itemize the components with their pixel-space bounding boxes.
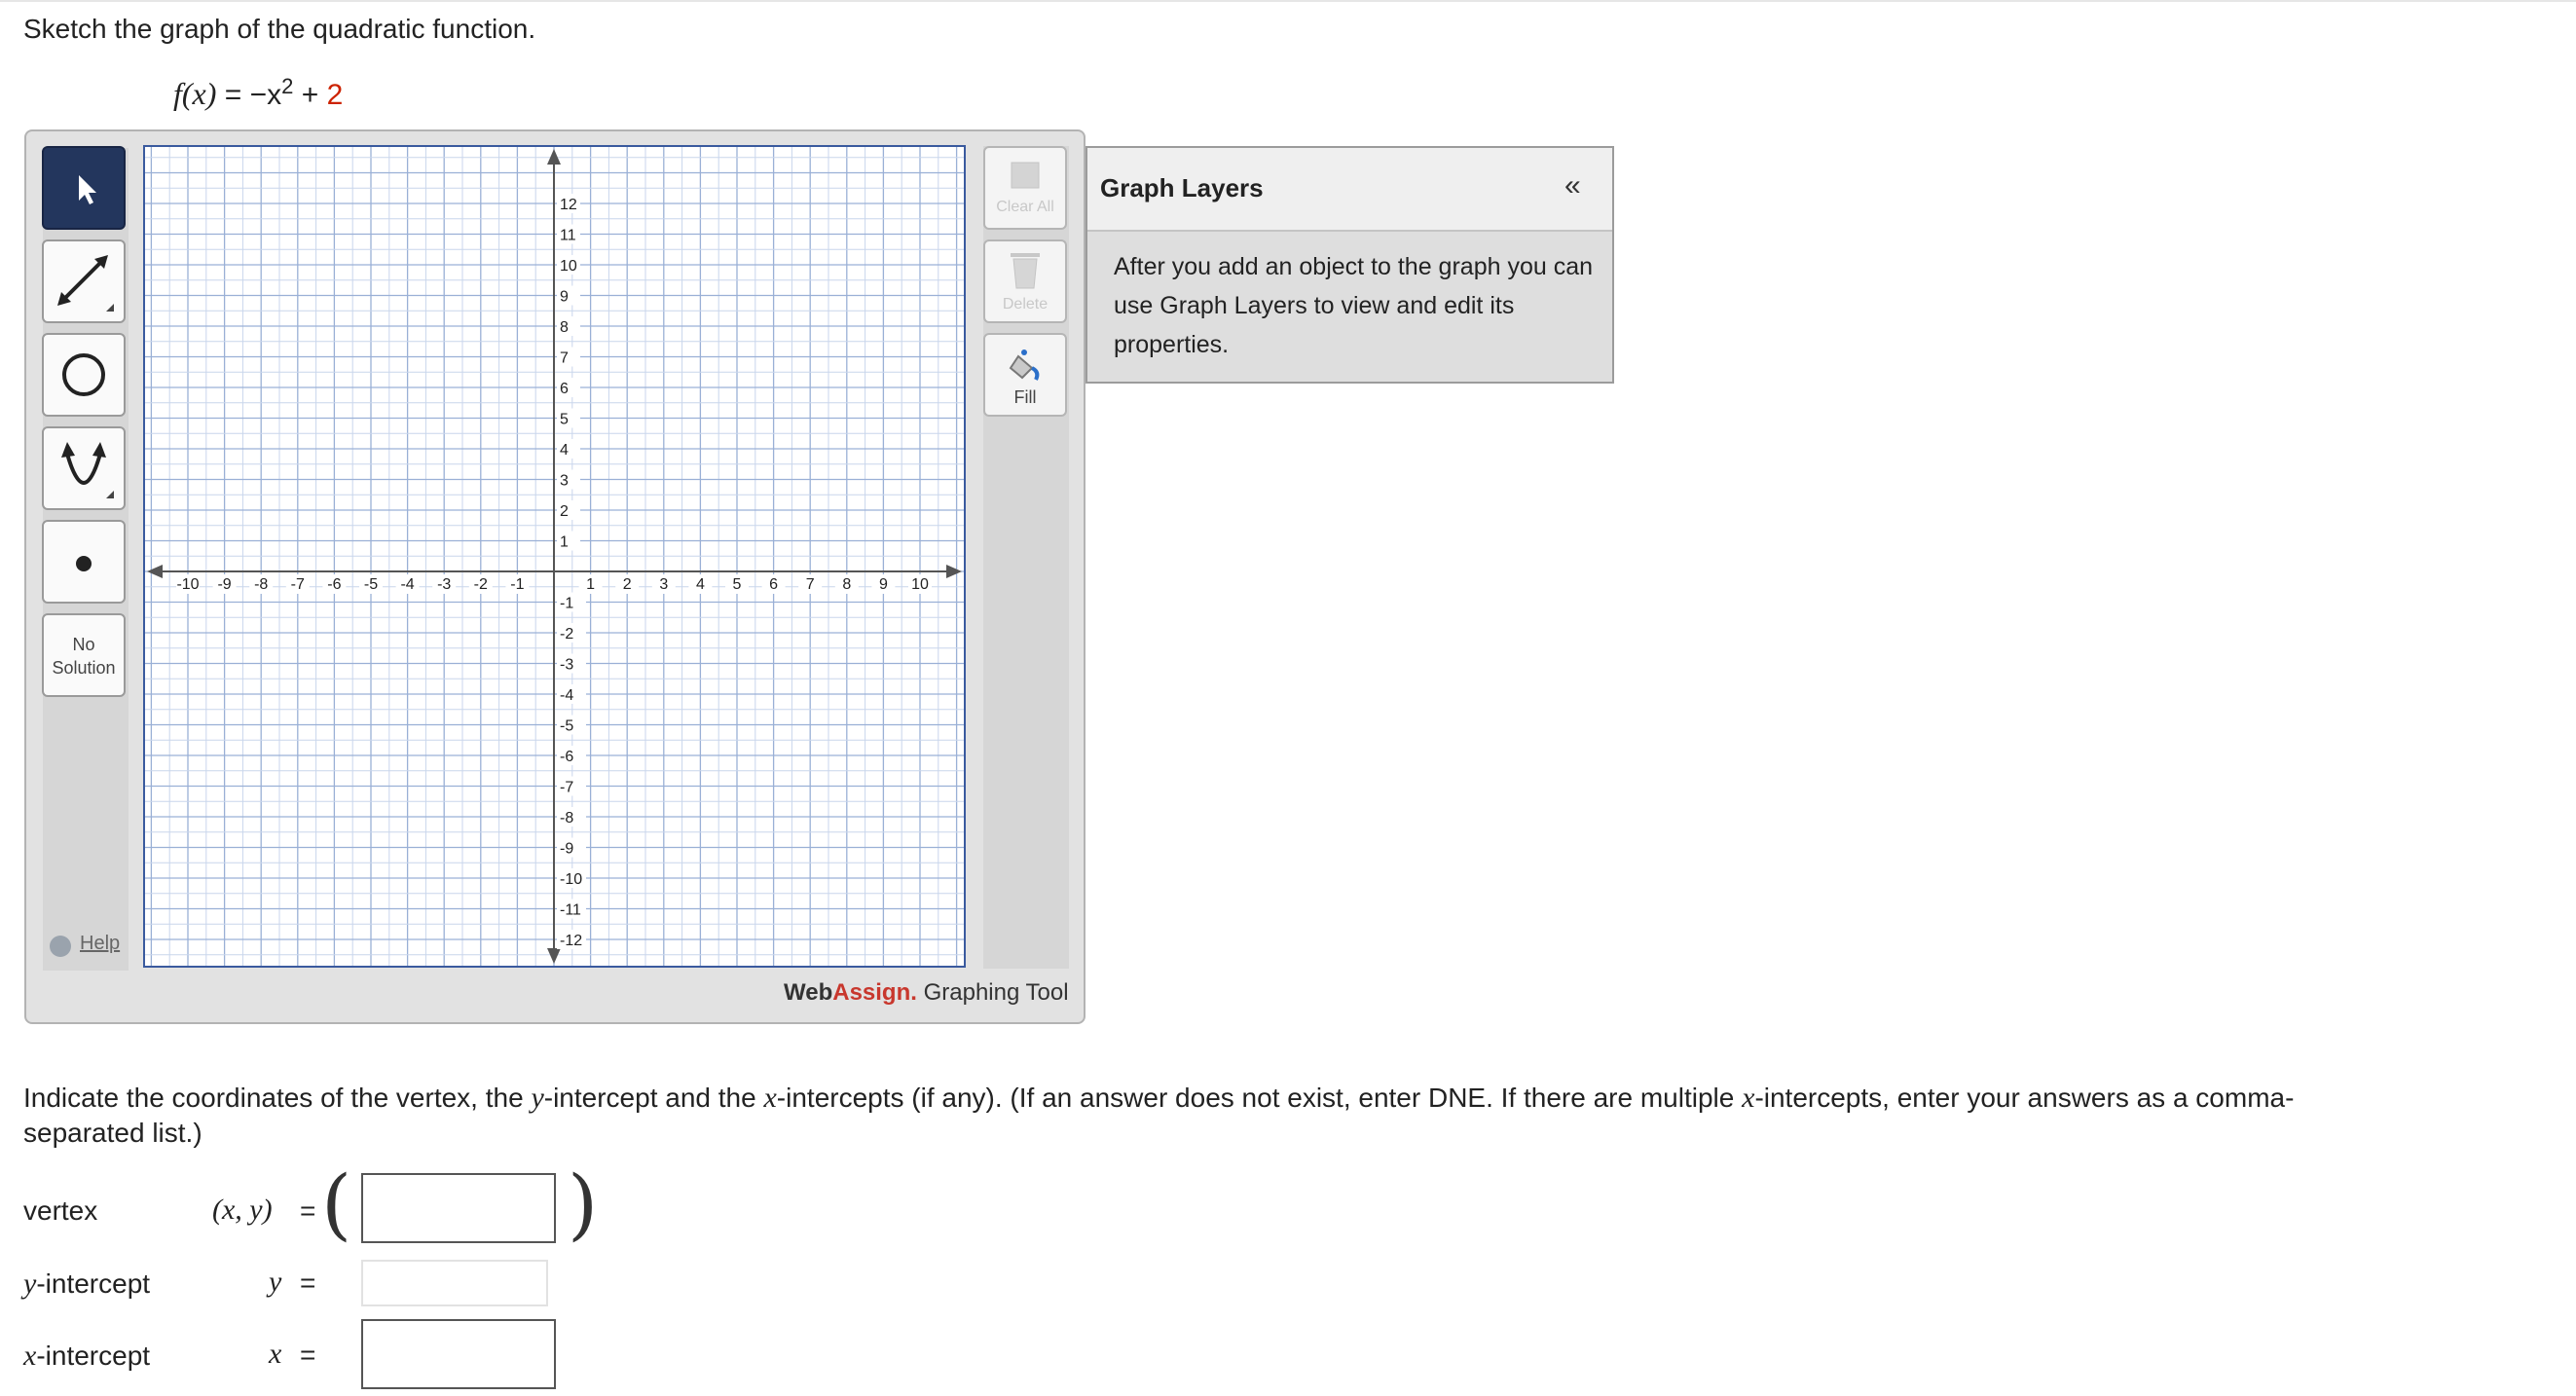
graph-layers-header: Graph Layers « bbox=[1087, 148, 1612, 232]
x-tick-label: 7 bbox=[806, 576, 815, 593]
function-constant: 2 bbox=[326, 79, 344, 111]
y-tick-label: -10 bbox=[560, 871, 582, 888]
x-tick-label: -3 bbox=[437, 576, 451, 593]
x-intercept-label: x-intercept bbox=[23, 1340, 151, 1372]
x-tick-label: -1 bbox=[510, 576, 524, 593]
no-solution-label: No Solution bbox=[52, 635, 116, 678]
webassign-brand: WebAssign. Graphing Tool bbox=[784, 979, 1069, 1006]
y-tick-label: -9 bbox=[560, 841, 573, 858]
pointer-tool-button[interactable] bbox=[42, 146, 126, 230]
help-icon bbox=[50, 936, 71, 957]
delete-button[interactable]: Delete bbox=[983, 239, 1067, 323]
y-tick-label: -1 bbox=[560, 596, 573, 612]
y-tick-label: -4 bbox=[560, 687, 573, 704]
x-tick-label: 3 bbox=[659, 576, 668, 593]
trash-icon bbox=[1011, 253, 1040, 289]
x-tick-label: -9 bbox=[217, 576, 231, 593]
x-tick-label: 8 bbox=[842, 576, 851, 593]
line-tool-button[interactable] bbox=[42, 239, 126, 323]
y-equals: = bbox=[300, 1267, 316, 1298]
function-term: −x bbox=[249, 79, 282, 111]
y-tick-label: -5 bbox=[560, 718, 573, 735]
vertex-equation-label: (x, y) bbox=[212, 1194, 273, 1226]
y-axis-top-arrow bbox=[547, 149, 561, 165]
y-tick-label: 5 bbox=[560, 412, 569, 428]
instructions-text: Indicate the coordinates of the vertex, … bbox=[23, 1082, 2295, 1148]
question-prompt: Sketch the graph of the quadratic functi… bbox=[23, 14, 536, 44]
y-tick-label: 2 bbox=[560, 503, 569, 520]
vertex-equals: = bbox=[300, 1195, 316, 1226]
x-tick-label: 2 bbox=[623, 576, 632, 593]
y-tick-label: -2 bbox=[560, 626, 573, 643]
x-tick-label: -7 bbox=[291, 576, 305, 593]
x-tick-label: 9 bbox=[879, 576, 888, 593]
fill-button[interactable]: Fill bbox=[983, 333, 1067, 417]
y-tick-label: 1 bbox=[560, 534, 569, 551]
y-tick-label: 6 bbox=[560, 381, 569, 397]
point-icon bbox=[76, 556, 92, 571]
y-tick-label: -12 bbox=[560, 933, 582, 949]
y-intercept-input[interactable] bbox=[361, 1260, 548, 1306]
y-intercept-label: y-intercept bbox=[23, 1267, 151, 1300]
x-equals: = bbox=[300, 1340, 316, 1370]
y-tick-label: -7 bbox=[560, 780, 573, 796]
function-name: f(x) bbox=[173, 76, 217, 111]
y-tick-label: 7 bbox=[560, 350, 569, 367]
x-tick-label: -8 bbox=[254, 576, 268, 593]
function-equals: = bbox=[224, 79, 242, 111]
y-tick-label: 9 bbox=[560, 289, 569, 306]
vertex-label: vertex bbox=[23, 1195, 98, 1226]
parabola-icon bbox=[61, 442, 114, 498]
x-intercept-input[interactable] bbox=[361, 1319, 556, 1389]
x-tick-label: -10 bbox=[176, 576, 199, 593]
y-tick-label: 4 bbox=[560, 442, 569, 459]
clear-all-button[interactable]: Clear All bbox=[983, 146, 1067, 230]
graph-layers-description: After you add an object to the graph you… bbox=[1114, 253, 1594, 358]
x-tick-label: 10 bbox=[911, 576, 929, 593]
help-link[interactable]: Help bbox=[80, 933, 120, 955]
close-paren: ) bbox=[568, 1158, 599, 1249]
line-icon bbox=[57, 255, 114, 312]
circle-tool-button[interactable] bbox=[42, 333, 126, 417]
y-tick-label: 3 bbox=[560, 473, 569, 490]
coordinate-grid: -10 -9 -8 -7 -6 -5 -4 -3 -2 -1 1 2 3 4 5 6 7 8 9 1012111098… bbox=[145, 147, 964, 966]
x-tick-label: 1 bbox=[586, 576, 595, 593]
x-tick-label: -6 bbox=[327, 576, 341, 593]
y-tick-label: -6 bbox=[560, 749, 573, 765]
y-tick-label: 11 bbox=[560, 228, 576, 244]
vertex-input[interactable] bbox=[361, 1173, 556, 1243]
y-tick-label: 12 bbox=[560, 197, 577, 213]
y-tick-label: -11 bbox=[560, 902, 581, 919]
y-tick-label: 8 bbox=[560, 319, 569, 336]
graph-layers-panel: Graph Layers « After you add an object t… bbox=[1086, 146, 1614, 384]
x-tick-label: -5 bbox=[364, 576, 378, 593]
x-tick-label: -2 bbox=[474, 576, 488, 593]
fill-bucket-icon bbox=[1009, 349, 1040, 381]
x-equation-label: x bbox=[269, 1338, 282, 1370]
y-tick-label: -8 bbox=[560, 810, 573, 827]
x-tick-label: 5 bbox=[733, 576, 742, 593]
circle-icon bbox=[62, 353, 105, 396]
top-divider bbox=[0, 0, 2576, 2]
function-plus: + bbox=[301, 79, 319, 111]
function-exponent: 2 bbox=[281, 74, 294, 98]
graph-canvas[interactable]: -10 -9 -8 -7 -6 -5 -4 -3 -2 -1 1 2 3 4 5 6 7 8 9 10 12 11 10 9 8… bbox=[143, 145, 966, 968]
y-axis-bottom-arrow bbox=[547, 948, 561, 964]
function-expression: f(x) = −x2 + 2 bbox=[173, 74, 343, 112]
x-tick-label: 4 bbox=[696, 576, 705, 593]
no-solution-button[interactable]: No Solution bbox=[42, 613, 126, 697]
point-tool-button[interactable] bbox=[42, 520, 126, 604]
open-paren: ( bbox=[321, 1158, 352, 1249]
x-tick-label: 6 bbox=[769, 576, 778, 593]
collapse-layers-icon[interactable]: « bbox=[1564, 169, 1581, 202]
y-tick-label: 10 bbox=[560, 258, 577, 275]
x-axis-left-arrow bbox=[147, 565, 163, 578]
x-tick-label: -4 bbox=[400, 576, 414, 593]
graph-layers-title: Graph Layers bbox=[1100, 173, 1264, 202]
x-axis-right-arrow bbox=[946, 565, 962, 578]
pointer-icon bbox=[79, 175, 96, 204]
y-tick-label: -3 bbox=[560, 657, 573, 674]
y-equation-label: y bbox=[269, 1266, 282, 1298]
parabola-tool-button[interactable] bbox=[42, 426, 126, 510]
